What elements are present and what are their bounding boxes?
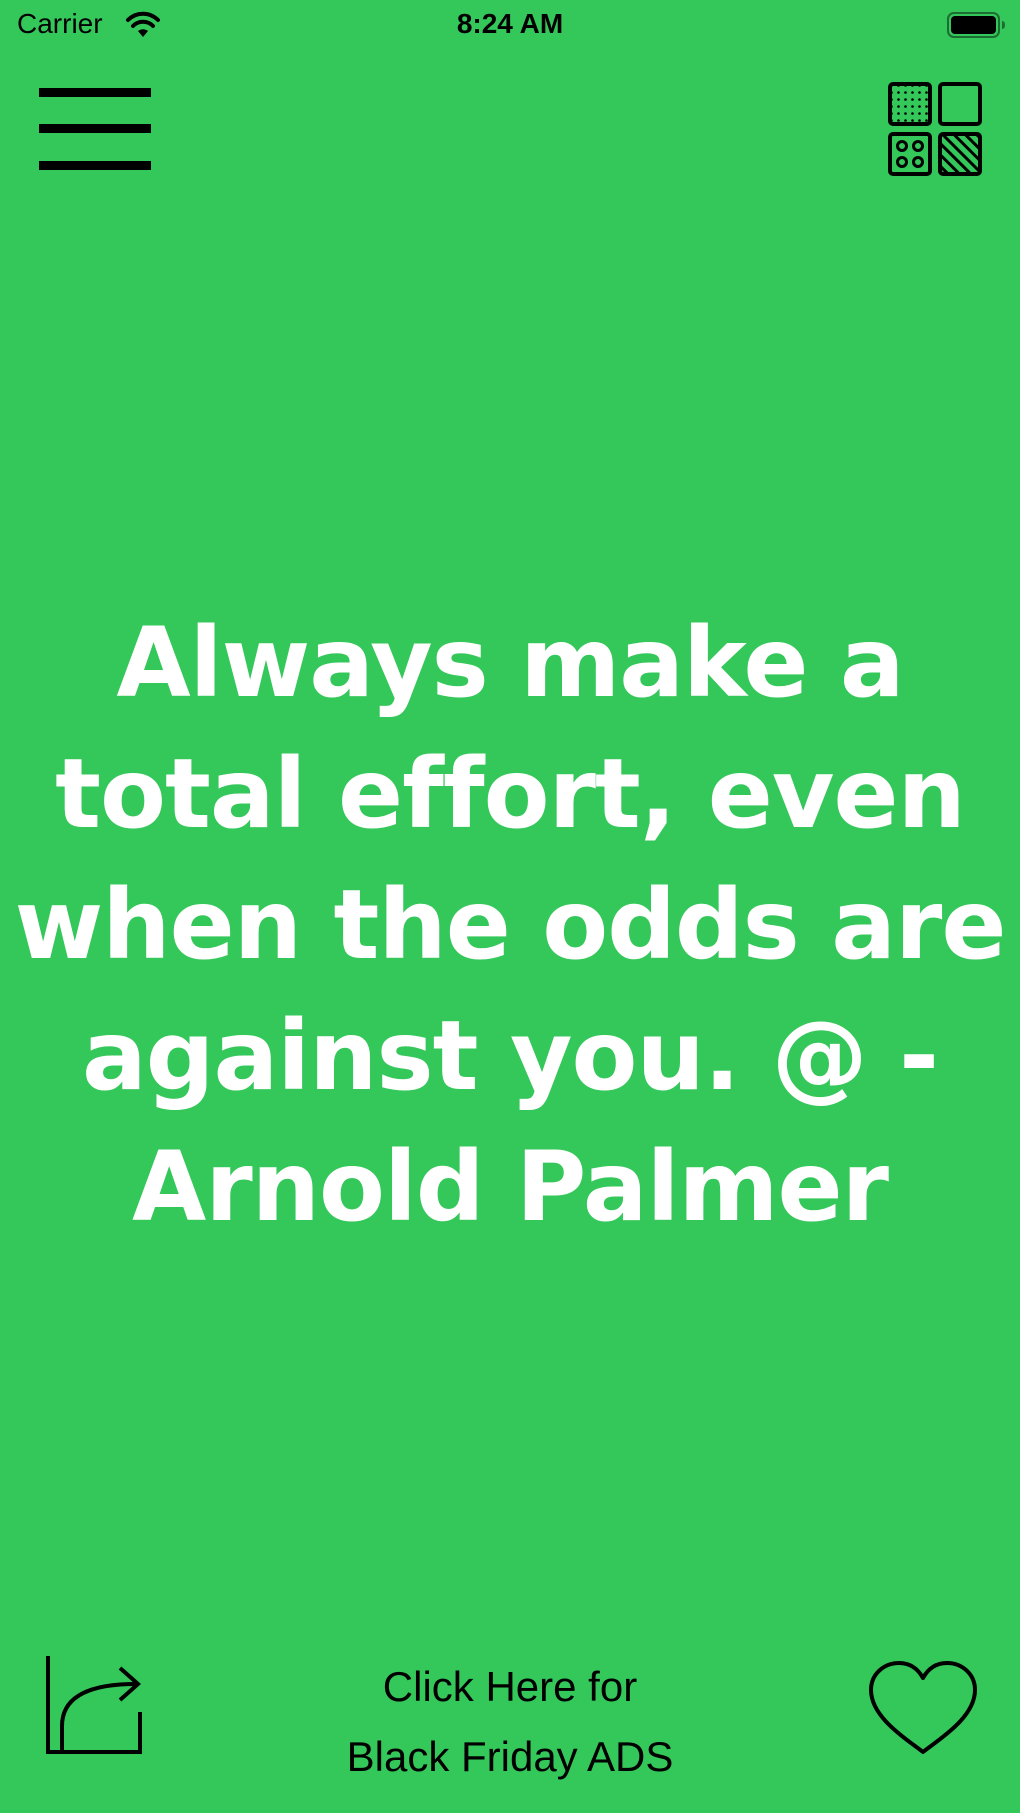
battery-icon (947, 12, 1005, 38)
quote-text: Always make a total effort, even when th… (14, 606, 1007, 1243)
quote-container: Always make a total effort, even when th… (0, 455, 1020, 1395)
ad-link-line1: Click Here for (382, 1663, 638, 1710)
favorite-button[interactable] (868, 1660, 978, 1756)
heart-outline-icon (869, 1661, 977, 1754)
hamburger-menu-icon (39, 88, 151, 170)
menu-button[interactable] (39, 88, 151, 170)
status-time: 8:24 AM (456, 8, 564, 39)
black-friday-ads-link[interactable]: Click Here for Black Friday ADS (300, 1652, 720, 1792)
status-bar: Carrier 8:24 AM (0, 0, 1020, 52)
share-arrow-icon (46, 1656, 142, 1754)
layout-picker-button[interactable] (888, 82, 984, 178)
ad-link-line2: Black Friday ADS (346, 1733, 674, 1780)
share-button[interactable] (44, 1656, 146, 1758)
grid-patterns-icon (888, 82, 982, 176)
